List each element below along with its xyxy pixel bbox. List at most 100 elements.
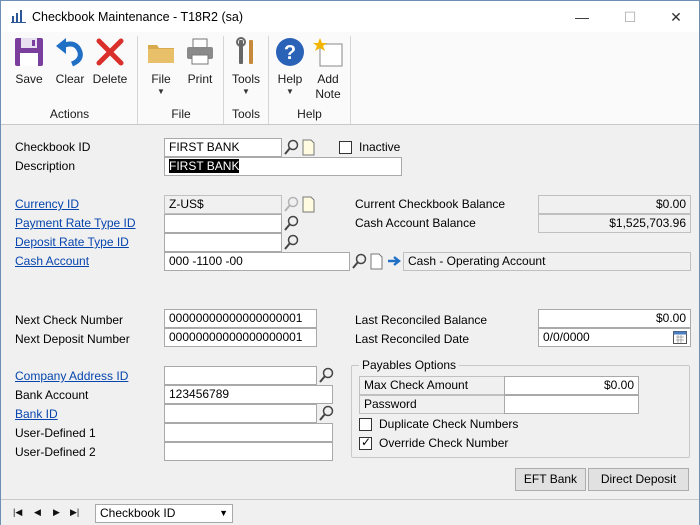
ribbon-separator: [268, 36, 269, 124]
last-record-icon[interactable]: ▶|: [70, 507, 79, 518]
current-balance-value: $0.00: [538, 195, 691, 214]
lookup-magnifier-icon[interactable]: [318, 367, 335, 384]
svg-text:?: ?: [284, 42, 296, 64]
next-deposit-label: Next Deposit Number: [15, 332, 130, 346]
printer-icon: [181, 36, 219, 72]
payment-rate-type-link[interactable]: Payment Rate Type ID: [15, 216, 136, 230]
ribbon-separator: [350, 36, 351, 124]
minimize-button[interactable]: —: [559, 3, 605, 31]
last-reconciled-date-label: Last Reconciled Date: [355, 332, 470, 346]
user-defined-2-label: User-Defined 2: [15, 445, 96, 459]
add-note-label-1: Add: [317, 72, 339, 86]
bank-account-field[interactable]: 123456789: [164, 385, 333, 404]
checkbook-id-field[interactable]: FIRST BANK: [164, 138, 282, 157]
payment-rate-type-field[interactable]: [164, 214, 282, 233]
note-page-icon[interactable]: [300, 139, 317, 156]
payables-options-title: Payables Options: [359, 358, 460, 372]
close-button[interactable]: ✕: [653, 3, 699, 31]
add-note-label-2: Note: [315, 87, 341, 101]
file-label: File: [151, 72, 171, 86]
eft-bank-button[interactable]: EFT Bank: [515, 468, 586, 491]
ribbon-separator: [137, 36, 138, 124]
form-content: Checkbook ID FIRST BANK Inactive Descrip…: [1, 126, 699, 499]
file-dropdown-arrow-icon: ▼: [157, 87, 165, 96]
max-check-amount-label: Max Check Amount: [359, 376, 505, 395]
bank-id-field[interactable]: [164, 404, 317, 423]
window-title: Checkbook Maintenance - T18R2 (sa): [32, 10, 243, 24]
company-address-link[interactable]: Company Address ID: [15, 369, 128, 383]
clear-button[interactable]: Clear: [51, 36, 89, 87]
last-reconciled-balance-label: Last Reconciled Balance: [355, 313, 488, 327]
next-check-field[interactable]: 00000000000000000001: [164, 309, 317, 328]
checkbook-maintenance-window: Checkbook Maintenance - T18R2 (sa) — ☐ ✕…: [0, 0, 700, 525]
password-field[interactable]: [504, 395, 639, 414]
inactive-checkbox[interactable]: [339, 141, 352, 154]
deposit-rate-type-field[interactable]: [164, 233, 282, 252]
file-menu-button[interactable]: File ▼: [143, 36, 179, 96]
save-button[interactable]: Save: [9, 36, 49, 87]
note-page-icon[interactable]: [368, 253, 385, 270]
folder-icon: [143, 36, 179, 72]
ribbon-toolbar: Save Clear Delete Actions File ▼ Print F…: [1, 32, 699, 125]
floppy-disk-icon: [9, 36, 49, 72]
group-help-label: Help: [297, 107, 322, 121]
help-label: Help: [277, 72, 303, 86]
sort-by-select[interactable]: Checkbook ID ▼: [95, 504, 233, 523]
bank-id-link[interactable]: Bank ID: [15, 407, 58, 421]
note-page-icon[interactable]: [300, 196, 317, 213]
lookup-magnifier-icon[interactable]: [318, 405, 335, 422]
cash-account-balance-value: $1,525,703.96: [538, 214, 691, 233]
description-field[interactable]: FIRST BANK: [164, 157, 402, 176]
checkbook-id-label: Checkbook ID: [15, 140, 91, 154]
cash-account-balance-label: Cash Account Balance: [355, 216, 476, 230]
tools-label: Tools: [231, 72, 260, 86]
expand-arrow-icon[interactable]: [386, 253, 403, 270]
lookup-magnifier-icon[interactable]: [351, 253, 368, 270]
group-file-label: File: [171, 107, 191, 121]
help-menu-button[interactable]: ? Help ▼: [272, 36, 308, 96]
cash-account-description: Cash - Operating Account: [403, 252, 691, 271]
deposit-rate-type-link[interactable]: Deposit Rate Type ID: [15, 235, 129, 249]
title-bar: Checkbook Maintenance - T18R2 (sa) — ☐ ✕: [1, 1, 699, 32]
last-reconciled-date-field[interactable]: 0/0/0000: [538, 328, 691, 347]
cash-account-link[interactable]: Cash Account: [15, 254, 89, 268]
calendar-icon[interactable]: [673, 330, 690, 347]
cash-account-field[interactable]: 000 -1100 -00: [164, 252, 350, 271]
chevron-down-icon: ▼: [219, 508, 228, 518]
password-label: Password: [359, 395, 505, 414]
tools-menu-button[interactable]: Tools ▼: [227, 36, 265, 96]
company-address-field[interactable]: [164, 366, 317, 385]
direct-deposit-button[interactable]: Direct Deposit: [588, 468, 689, 491]
duplicate-check-numbers-checkbox[interactable]: [359, 418, 372, 431]
lookup-magnifier-icon: [283, 196, 300, 213]
note-star-icon: [309, 36, 347, 72]
lookup-magnifier-icon[interactable]: [283, 139, 300, 156]
print-button[interactable]: Print: [181, 36, 219, 87]
next-deposit-field[interactable]: 00000000000000000001: [164, 328, 317, 347]
user-defined-2-field[interactable]: [164, 442, 333, 461]
help-dropdown-arrow-icon: ▼: [286, 87, 294, 96]
maximize-button[interactable]: ☐: [607, 3, 653, 31]
inactive-label: Inactive: [359, 140, 401, 154]
currency-id-link[interactable]: Currency ID: [15, 197, 79, 211]
group-actions-label: Actions: [49, 107, 90, 121]
tools-dropdown-arrow-icon: ▼: [242, 87, 250, 96]
next-record-icon[interactable]: ▶: [53, 507, 60, 518]
user-defined-1-label: User-Defined 1: [15, 426, 96, 440]
previous-record-icon[interactable]: ◀: [34, 507, 41, 518]
add-note-button[interactable]: Add Note: [309, 36, 347, 102]
duplicate-check-numbers-label: Duplicate Check Numbers: [379, 417, 519, 431]
lookup-magnifier-icon[interactable]: [283, 215, 300, 232]
user-defined-1-field[interactable]: [164, 423, 333, 442]
current-balance-label: Current Checkbook Balance: [355, 197, 506, 211]
override-check-number-checkbox[interactable]: ✓: [359, 435, 372, 450]
last-reconciled-balance-field[interactable]: $0.00: [538, 309, 691, 328]
lookup-magnifier-icon[interactable]: [283, 234, 300, 251]
first-record-icon[interactable]: |◀: [13, 507, 22, 518]
app-chart-icon: [11, 10, 26, 26]
delete-button[interactable]: Delete: [90, 36, 130, 87]
delete-label: Delete: [92, 72, 128, 86]
save-label: Save: [15, 72, 43, 86]
max-check-amount-field[interactable]: $0.00: [504, 376, 639, 395]
clear-label: Clear: [55, 72, 85, 86]
